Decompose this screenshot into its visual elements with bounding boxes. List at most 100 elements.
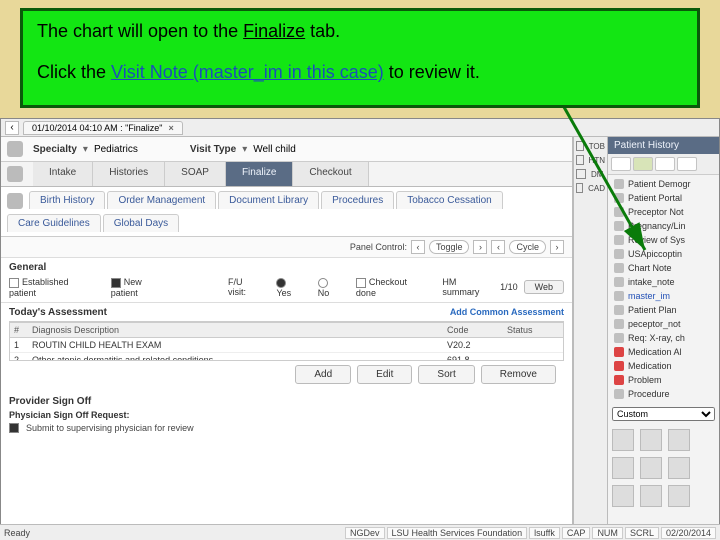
close-icon[interactable]: ×	[168, 123, 173, 133]
document-tab[interactable]: 01/10/2014 04:10 AM : "Finalize" ×	[23, 121, 183, 135]
tab-histories[interactable]: Histories	[93, 162, 165, 186]
sidebar-item-preceptor-not[interactable]: Preceptor Not	[612, 205, 715, 219]
sidebar-item-label: peceptor_not	[628, 319, 681, 329]
established-checkbox[interactable]: Established patient	[9, 277, 97, 298]
workflow-home[interactable]	[1, 162, 33, 186]
assessment-buttons: Add Edit Sort Remove	[9, 361, 564, 388]
grid-item[interactable]	[612, 457, 634, 479]
main-panel: Specialty ▾ Pediatrics Visit Type ▾ Well…	[1, 137, 573, 535]
sidebar-item-label: Medication Al	[628, 347, 682, 357]
tob-checkbox[interactable]: TOB	[576, 141, 605, 151]
chevron-down-icon[interactable]: ▾	[242, 144, 247, 155]
hm-value: 1/10	[500, 282, 518, 292]
table-row[interactable]: 2 Other atopic dermatitis and related co…	[10, 352, 563, 361]
subtab-care-guidelines[interactable]: Care Guidelines	[7, 214, 101, 232]
doc-icon	[614, 305, 624, 315]
cycle-prev-button[interactable]: ‹	[491, 240, 505, 254]
sidebar-item-chart-note[interactable]: Chart Note	[612, 261, 715, 275]
sidebar-item-patient-demogr[interactable]: Patient Demogr	[612, 177, 715, 191]
subtab-order-management[interactable]: Order Management	[107, 191, 216, 209]
subtab-birth-history[interactable]: Birth History	[29, 191, 105, 209]
grid-item[interactable]	[640, 429, 662, 451]
panel-prev-button[interactable]: ‹	[411, 240, 425, 254]
assessment-table-wrap: # Diagnosis Description Code Status 1 RO…	[9, 321, 564, 361]
cycle-button[interactable]: Cycle	[509, 240, 546, 254]
toggle-button[interactable]: Toggle	[429, 240, 470, 254]
grid-item[interactable]	[640, 485, 662, 507]
visittype-value: Well child	[253, 144, 296, 155]
sidebar-item-patient-plan[interactable]: Patient Plan	[612, 303, 715, 317]
grid-item[interactable]	[640, 457, 662, 479]
grid-item[interactable]	[668, 457, 690, 479]
sidebar-item-master-im[interactable]: master_im	[612, 289, 715, 303]
remove-button[interactable]: Remove	[481, 365, 556, 384]
tab-checkout[interactable]: Checkout	[293, 162, 368, 186]
specialty-value: Pediatrics	[94, 144, 138, 155]
edit-button[interactable]: Edit	[357, 365, 412, 384]
grid-item[interactable]	[668, 429, 690, 451]
doc-icon	[614, 389, 624, 399]
back-button[interactable]: ‹	[5, 121, 19, 135]
panel-next-button[interactable]: ›	[473, 240, 487, 254]
sidebar-item-req-x-ray-ch[interactable]: Req: X-ray, ch	[612, 331, 715, 345]
add-common-assessment-link[interactable]: Add Common Assessment	[450, 307, 564, 318]
submit-checkbox[interactable]: Submit to supervising physician for revi…	[9, 423, 564, 433]
tab-soap[interactable]: SOAP	[165, 162, 226, 186]
assessment-section: Today's Assessment Add Common Assessment…	[1, 303, 572, 392]
dm-checkbox[interactable]: DM	[576, 169, 605, 179]
sidebar-item-pregnancy-lin[interactable]: Pregnancy/Lin	[612, 219, 715, 233]
tab-finalize[interactable]: Finalize	[226, 162, 293, 186]
grid-item[interactable]	[612, 485, 634, 507]
fu-no-radio[interactable]: No	[318, 277, 342, 298]
document-tab-label: 01/10/2014 04:10 AM : "Finalize"	[32, 123, 162, 133]
sidebar-item-procedure[interactable]: Procedure	[612, 387, 715, 401]
sidebar-item-intake-note[interactable]: intake_note	[612, 275, 715, 289]
vitals-column: TOB HTN DM CAD	[573, 137, 607, 535]
doc-icon	[614, 221, 624, 231]
sidebar-item-label: Problem	[628, 375, 662, 385]
lock-icon[interactable]	[655, 157, 675, 171]
sidebar-filter-dropdown[interactable]: Custom	[612, 407, 715, 421]
sidebar-item-label: USApiccoptin	[628, 249, 682, 259]
sidebar-item-usapiccoptin[interactable]: USApiccoptin	[612, 247, 715, 261]
subtab-tobacco[interactable]: Tobacco Cessation	[396, 191, 503, 209]
patient-history-sidebar: Patient History Patient DemogrPatient Po…	[607, 137, 719, 535]
subtab-global-days[interactable]: Global Days	[103, 214, 179, 232]
doc-icon	[614, 319, 624, 329]
tab-intake[interactable]: Intake	[33, 162, 93, 186]
home-icon[interactable]	[7, 141, 23, 157]
search-button[interactable]	[677, 157, 697, 171]
sort-button[interactable]: Sort	[418, 365, 474, 384]
sidebar-item-peceptor-not[interactable]: peceptor_not	[612, 317, 715, 331]
subtab-procedures[interactable]: Procedures	[321, 191, 394, 209]
sidebar-item-problem[interactable]: Problem	[612, 373, 715, 387]
newpatient-checkbox[interactable]: New patient	[111, 277, 171, 298]
cell: ROUTIN CHILD HEALTH EXAM	[28, 337, 443, 352]
checkout-done-checkbox[interactable]: Checkout done	[356, 277, 428, 298]
callout-visitnote-word: Visit Note (master_im in this case)	[111, 62, 384, 82]
subtab-document-library[interactable]: Document Library	[218, 191, 319, 209]
chevron-down-icon[interactable]: ▾	[83, 144, 88, 155]
doc-icon	[614, 347, 624, 357]
sidebar-item-medication[interactable]: Medication	[612, 359, 715, 373]
cad-checkbox[interactable]: CAD	[576, 183, 605, 193]
doc-icon	[614, 193, 624, 203]
callout-text: Click the	[37, 62, 111, 82]
cycle-next-button[interactable]: ›	[550, 240, 564, 254]
col-code: Code	[443, 322, 503, 337]
fu-yes-radio[interactable]: Yes	[276, 277, 303, 298]
table-row[interactable]: 1 ROUTIN CHILD HEALTH EXAM V20.2	[10, 337, 563, 352]
htn-checkbox[interactable]: HTN	[576, 155, 605, 165]
list-icon[interactable]	[7, 193, 23, 209]
new-button[interactable]	[611, 157, 631, 171]
sidebar-toolbar	[608, 154, 719, 175]
grid-item[interactable]	[668, 485, 690, 507]
grid-item[interactable]	[612, 429, 634, 451]
sidebar-item-review-of-sys[interactable]: Review of Sys	[612, 233, 715, 247]
sidebar-item-medication-al[interactable]: Medication Al	[612, 345, 715, 359]
add-button[interactable]: Add	[295, 365, 351, 384]
status-cell: lsuffk	[529, 527, 560, 539]
filter-button[interactable]	[633, 157, 653, 171]
web-button[interactable]: Web	[524, 280, 564, 294]
sidebar-item-patient-portal[interactable]: Patient Portal	[612, 191, 715, 205]
